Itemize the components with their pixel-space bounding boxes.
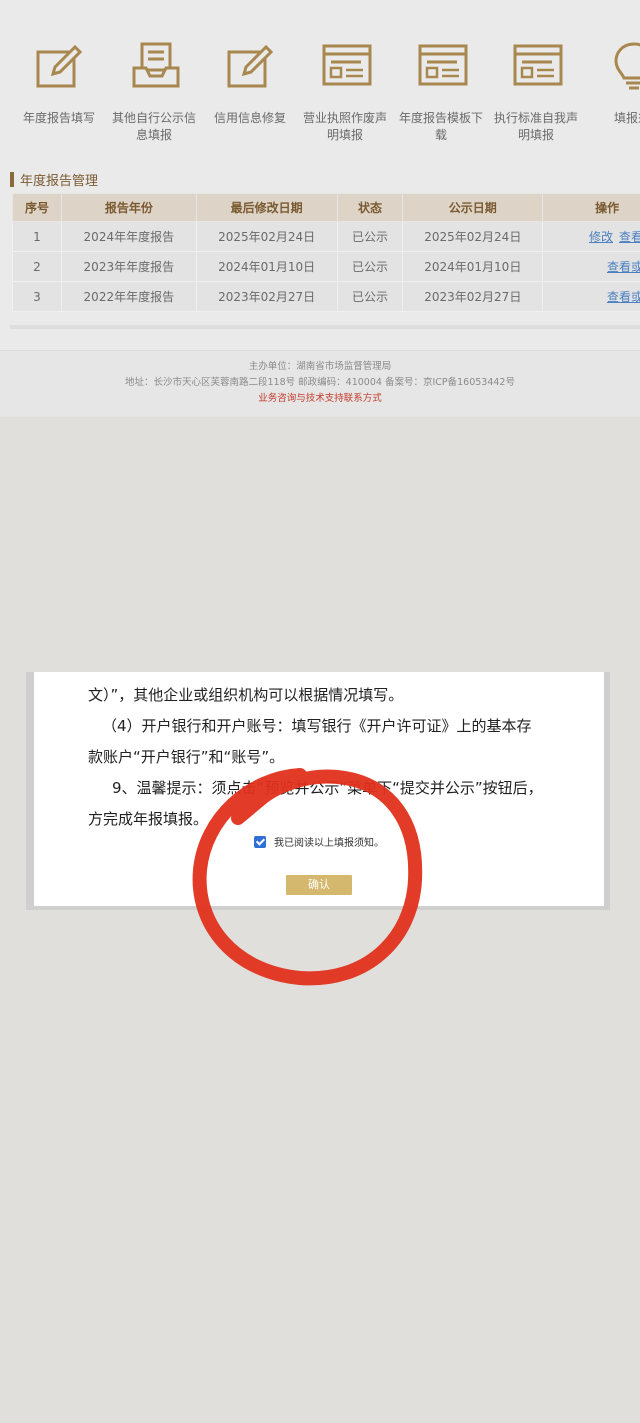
column-header: 序号 xyxy=(12,193,62,222)
status: 已公示 xyxy=(336,221,404,252)
modal-overlay-frame: 文）”，其他企业或组织机构可以根据情况填写。 （4）开户银行和开户账号：填写银行… xyxy=(26,672,610,910)
footer-address: 地址：长沙市天心区芙蓉南路二段118号 邮政编码：410004 备案号：京ICP… xyxy=(125,377,515,388)
column-header: 最后修改日期 xyxy=(195,193,338,222)
section-title-text: 年度报告管理 xyxy=(20,173,99,189)
column-header: 公示日期 xyxy=(402,193,544,222)
published-date: 2025年02月24日 xyxy=(402,221,544,252)
table-row: 3 2022年年度报告 2023年02月27日 已公示 2023年02月27日 … xyxy=(12,281,640,312)
report-year: 2022年年度报告 xyxy=(60,281,197,312)
edit-link[interactable]: 修改 xyxy=(589,230,613,244)
status: 已公示 xyxy=(336,281,404,312)
column-header: 状态 xyxy=(336,193,404,222)
web-form-icon xyxy=(417,40,469,92)
table-row: 1 2024年年度报告 2025年02月24日 已公示 2025年02月24日 … xyxy=(12,221,640,252)
agree-checkbox[interactable] xyxy=(254,835,266,848)
edit-form-icon xyxy=(35,40,87,92)
notes-line: 9、温馨提示：须点击“预览并公示”菜单下“提交并公示”按钮后， xyxy=(112,779,543,797)
report-year: 2024年年度报告 xyxy=(60,221,197,252)
agree-row[interactable]: 我已阅读以上填报须知。 xyxy=(254,834,384,849)
footer-support-link[interactable]: 业务咨询与技术支持联系方式 xyxy=(0,391,640,407)
annual-report-table: 序号 报告年份 最后修改日期 状态 公示日期 操作 1 2024年年度报告 20… xyxy=(12,193,640,312)
row-number: 2 xyxy=(12,251,62,282)
web-form-icon xyxy=(321,40,373,92)
published-date: 2024年01月10日 xyxy=(402,251,544,282)
web-form-icon xyxy=(512,40,564,92)
modified-date: 2025年02月24日 xyxy=(195,221,338,252)
published-date: 2023年02月27日 xyxy=(402,281,544,312)
section-marker xyxy=(10,171,14,187)
section-title: 年度报告管理 xyxy=(10,170,99,189)
row-number: 1 xyxy=(12,221,62,252)
background-page: 年度报告填写 其他自行公示信息填报 信用信息修复 营业执照作废声明填报 年度报告… xyxy=(0,0,640,417)
table-bottom-shadow xyxy=(10,325,640,329)
nav-label: 信用信息修复 xyxy=(213,111,286,125)
modified-date: 2024年01月10日 xyxy=(195,251,338,282)
nav-label: 营业执照作废声明填报 xyxy=(302,111,387,142)
notes-text: 文）”，其他企业或组织机构可以根据情况填写。 （4）开户银行和开户账号：填写银行… xyxy=(88,680,588,835)
actions-cell: 查看或打印 xyxy=(542,281,640,312)
function-nav: 年度报告填写 其他自行公示信息填报 信用信息修复 营业执照作废声明填报 年度报告… xyxy=(0,0,640,160)
row-number: 3 xyxy=(12,281,62,312)
notes-line: （4）开户银行和开户账号：填写银行《开户许可证》上的基本存 xyxy=(102,717,532,735)
nav-label: 年度报告填写 xyxy=(22,111,95,125)
nav-label: 其他自行公示信息填报 xyxy=(111,111,196,142)
site-footer: 主办单位：湖南省市场监督管理局 地址：长沙市天心区芙蓉南路二段118号 邮政编码… xyxy=(0,350,640,417)
nav-label: 年度报告模板下载 xyxy=(398,111,483,142)
report-year: 2023年年度报告 xyxy=(60,251,197,282)
nav-label: 执行标准自我声明填报 xyxy=(493,111,578,142)
filing-notes-dialog: 文）”，其他企业或组织机构可以根据情况填写。 （4）开户银行和开户账号：填写银行… xyxy=(34,672,604,906)
table-row: 2 2023年年度报告 2024年01月10日 已公示 2024年01月10日 … xyxy=(12,251,640,282)
footer-sponsor: 主办单位：湖南省市场监督管理局 xyxy=(248,361,392,372)
view-print-link[interactable]: 查看或打 xyxy=(619,230,640,244)
inbox-document-icon xyxy=(130,40,182,92)
lightbulb-icon xyxy=(608,40,640,92)
confirm-button[interactable]: 确认 xyxy=(286,875,352,895)
column-header: 报告年份 xyxy=(60,193,197,222)
actions-cell: 修改查看或打 xyxy=(542,221,640,252)
column-header: 操作 xyxy=(542,193,640,222)
agree-label[interactable]: 我已阅读以上填报须知。 xyxy=(274,834,384,849)
actions-cell: 查看或打印 xyxy=(542,251,640,282)
notes-line: 方完成年报填报。 xyxy=(88,810,209,828)
view-print-link[interactable]: 查看或打印 xyxy=(607,290,640,304)
nav-label: 填报须 xyxy=(613,111,640,125)
edit-form-icon xyxy=(226,40,278,92)
view-print-link[interactable]: 查看或打印 xyxy=(607,260,640,274)
modified-date: 2023年02月27日 xyxy=(195,281,338,312)
notes-line: 款账户“开户银行”和“账号”。 xyxy=(88,748,285,766)
notes-line: 文）”，其他企业或组织机构可以根据情况填写。 xyxy=(88,686,404,704)
status: 已公示 xyxy=(336,251,404,282)
table-header-row: 序号 报告年份 最后修改日期 状态 公示日期 操作 xyxy=(12,193,640,222)
